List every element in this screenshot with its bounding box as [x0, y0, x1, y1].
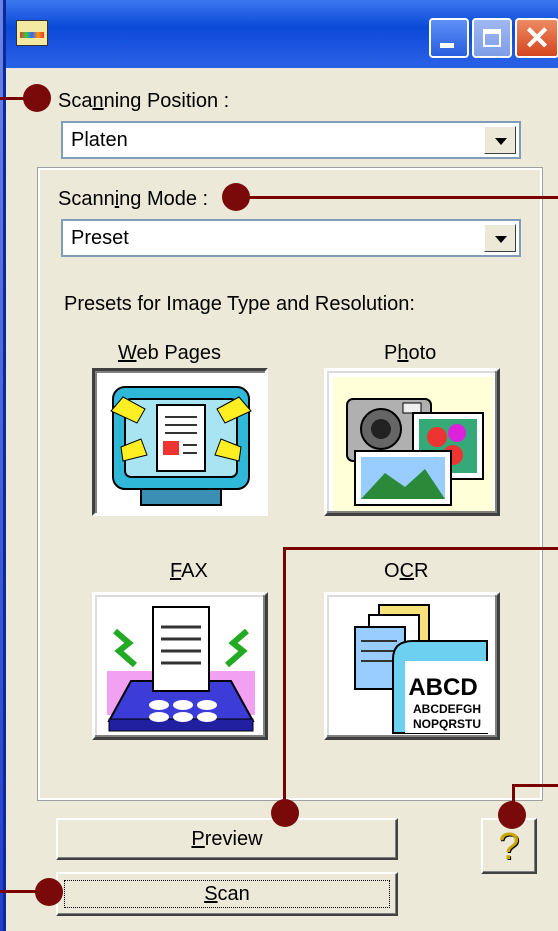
callout-dot: [23, 84, 51, 112]
svg-text:NOPQRSTU: NOPQRSTU: [413, 717, 481, 731]
fax-label: FAX: [170, 560, 208, 582]
ocr-preset-button[interactable]: ABCD ABCDEFGH NOPQRSTU: [324, 592, 500, 740]
web-pages-icon: [101, 377, 261, 511]
callout-line: [242, 196, 558, 199]
web-pages-preset-button[interactable]: [92, 368, 268, 516]
callout-dot: [498, 801, 526, 829]
callout-line: [512, 784, 558, 787]
scanning-mode-value: Preset: [71, 227, 129, 249]
close-icon: ✕: [523, 20, 551, 56]
scanning-position-label: Scanning Position :: [58, 90, 230, 112]
ocr-label: OCR: [384, 560, 429, 582]
scanner-dialog: ✕ Scanning Position : Platen Scanning Mo…: [3, 0, 558, 931]
scan-button[interactable]: Scan: [56, 872, 398, 916]
photo-label: Photo: [384, 342, 437, 364]
photo-icon: [333, 377, 493, 511]
callout-dot: [271, 799, 299, 827]
scanning-position-value: Platen: [71, 129, 128, 151]
ocr-icon: ABCD ABCDEFGH NOPQRSTU: [333, 601, 493, 735]
web-pages-label: Web Pages: [118, 342, 222, 364]
chevron-down-icon[interactable]: [484, 224, 516, 252]
callout-line: [0, 890, 40, 893]
svg-text:ABCD: ABCD: [408, 674, 477, 701]
app-icon: [16, 20, 48, 46]
fax-icon: [101, 601, 261, 735]
title-bar[interactable]: ✕: [6, 0, 558, 68]
callout-line: [283, 547, 558, 550]
callout-line: [283, 547, 286, 809]
scanning-mode-select[interactable]: Preset: [61, 219, 521, 257]
callout-dot: [35, 878, 63, 906]
close-button[interactable]: ✕: [515, 18, 558, 58]
scanning-mode-label: Scanning Mode :: [58, 188, 209, 210]
maximize-button[interactable]: [472, 18, 512, 58]
svg-text:ABCDEFGH: ABCDEFGH: [413, 702, 481, 716]
presets-heading: Presets for Image Type and Resolution:: [64, 293, 415, 315]
focus-rect: [64, 880, 390, 908]
photo-preset-button[interactable]: [324, 368, 500, 516]
minimize-button[interactable]: [429, 18, 469, 58]
callout-dot: [222, 183, 250, 211]
scanning-position-select[interactable]: Platen: [61, 121, 521, 159]
preview-button[interactable]: Preview: [56, 818, 398, 860]
chevron-down-icon[interactable]: [484, 126, 516, 154]
fax-preset-button[interactable]: [92, 592, 268, 740]
